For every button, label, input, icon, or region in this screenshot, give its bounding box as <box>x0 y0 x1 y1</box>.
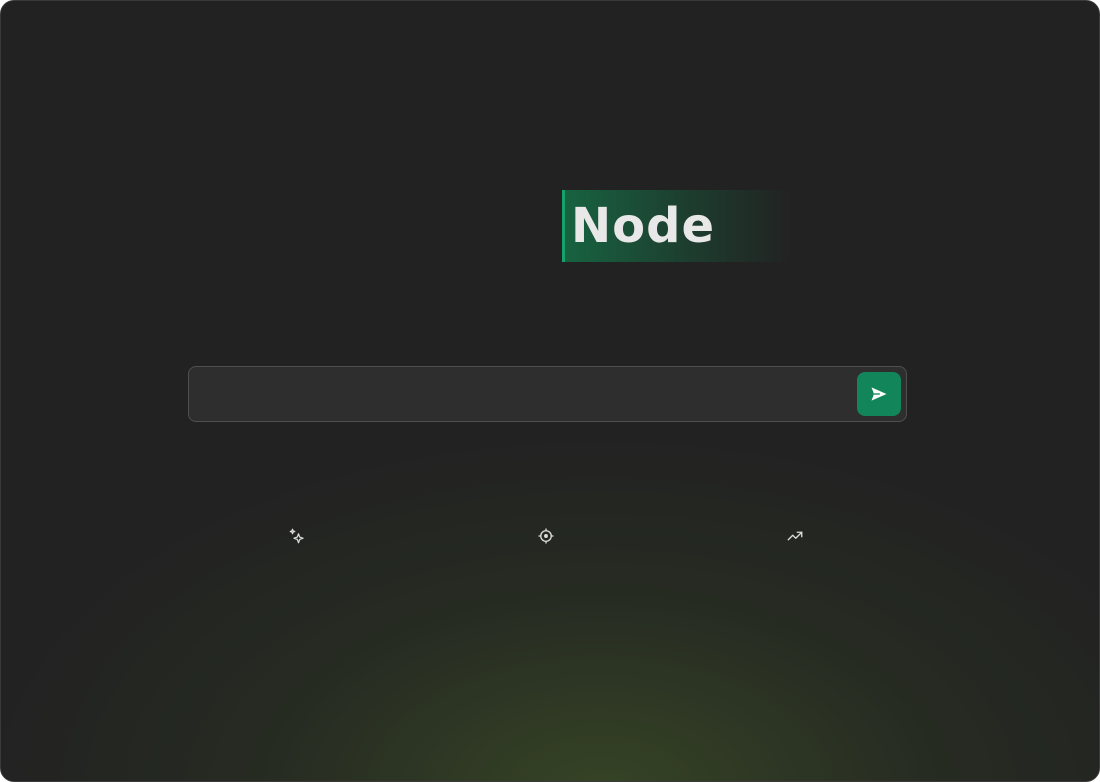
brand-title: Node <box>571 198 716 254</box>
feature-target[interactable] <box>535 525 557 547</box>
trending-up-icon <box>787 531 803 541</box>
sparkles-icon <box>289 528 304 544</box>
send-icon <box>871 387 887 401</box>
search-input[interactable] <box>201 375 855 415</box>
crosshair-icon <box>538 528 554 544</box>
send-button[interactable] <box>857 372 901 416</box>
brand-logo: Node <box>562 190 792 262</box>
app-window: Node <box>0 0 1100 782</box>
feature-trending[interactable] <box>784 525 806 547</box>
feature-sparkles[interactable] <box>286 525 308 547</box>
search-bar <box>188 366 907 422</box>
